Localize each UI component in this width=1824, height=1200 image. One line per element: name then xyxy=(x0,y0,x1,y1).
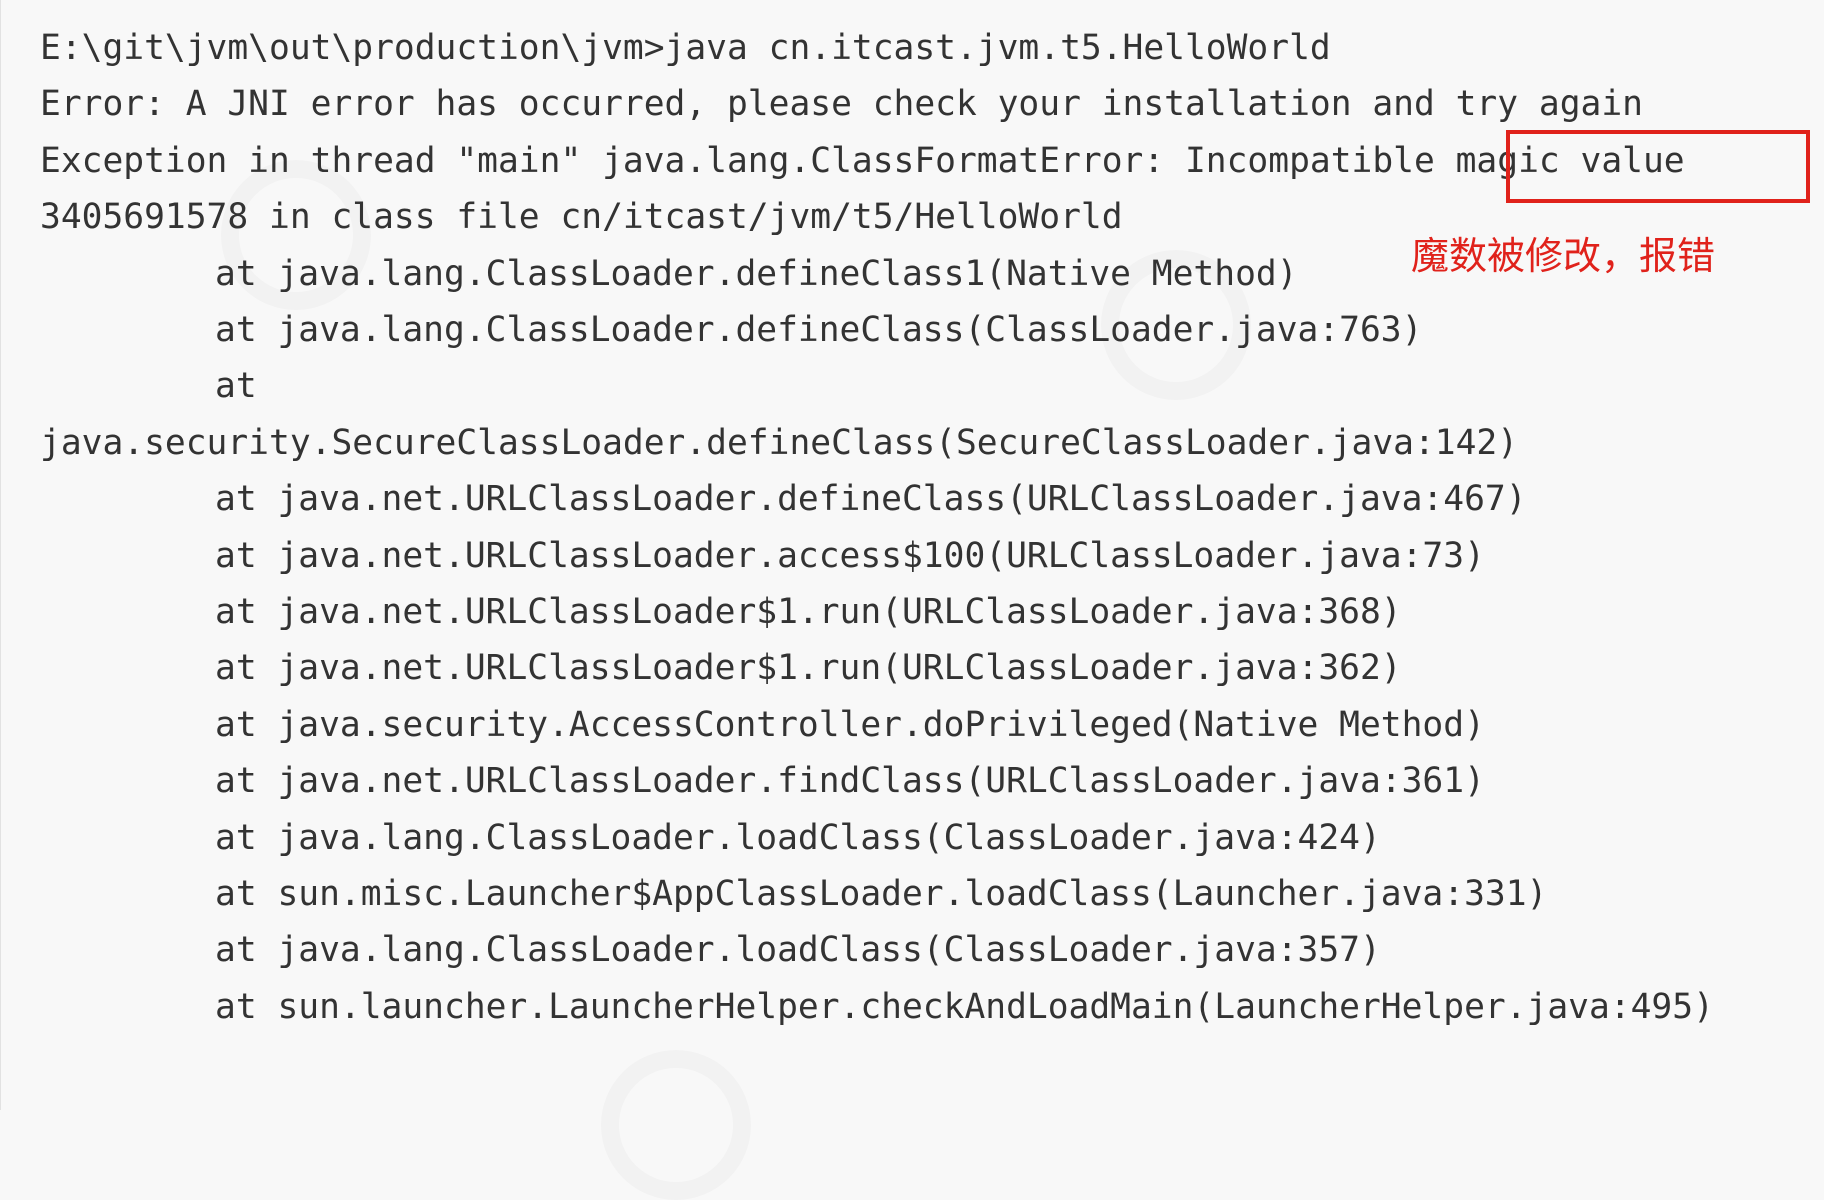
stack-trace-line: at java.lang.ClassLoader.loadClass(Class… xyxy=(215,818,1381,858)
stack-trace-line: at sun.launcher.LauncherHelper.checkAndL… xyxy=(215,987,1714,1027)
command-line: E:\git\jvm\out\production\jvm>java cn.it… xyxy=(40,28,1331,68)
annotation-label: 魔数被修改，报错 xyxy=(1411,234,1716,278)
stack-trace-line: at java.net.URLClassLoader$1.run(URLClas… xyxy=(215,592,1402,632)
stack-trace-line-wrapped: java.security.SecureClassLoader.defineCl… xyxy=(40,423,1519,463)
stack-trace-line: at java.lang.ClassLoader.defineClass1(Na… xyxy=(215,254,1298,294)
exception-line: Exception in thread "main" java.lang.Cla… xyxy=(40,141,1685,181)
stack-trace-line: at java.net.URLClassLoader.defineClass(U… xyxy=(215,479,1527,519)
stack-trace-line: at java.net.URLClassLoader.findClass(URL… xyxy=(215,761,1485,801)
stack-trace-line: at sun.misc.Launcher$AppClassLoader.load… xyxy=(215,874,1548,914)
watermark-logo xyxy=(601,1050,751,1200)
stack-trace-line: at xyxy=(215,366,257,406)
exception-line-continued: 3405691578 in class file cn/itcast/jvm/t… xyxy=(40,197,1123,237)
stack-trace-line: at java.lang.ClassLoader.loadClass(Class… xyxy=(215,930,1381,970)
stack-trace-line: at java.net.URLClassLoader.access$100(UR… xyxy=(215,536,1485,576)
stack-trace-line: at java.lang.ClassLoader.defineClass(Cla… xyxy=(215,310,1423,350)
stack-trace-line: at java.net.URLClassLoader$1.run(URLClas… xyxy=(215,648,1402,688)
console-output: E:\git\jvm\out\production\jvm>java cn.it… xyxy=(0,0,1824,1110)
stack-trace-line: at java.security.AccessController.doPriv… xyxy=(215,705,1485,745)
magic-value-highlight-box xyxy=(1506,130,1810,203)
error-line: Error: A JNI error has occurred, please … xyxy=(40,84,1643,124)
